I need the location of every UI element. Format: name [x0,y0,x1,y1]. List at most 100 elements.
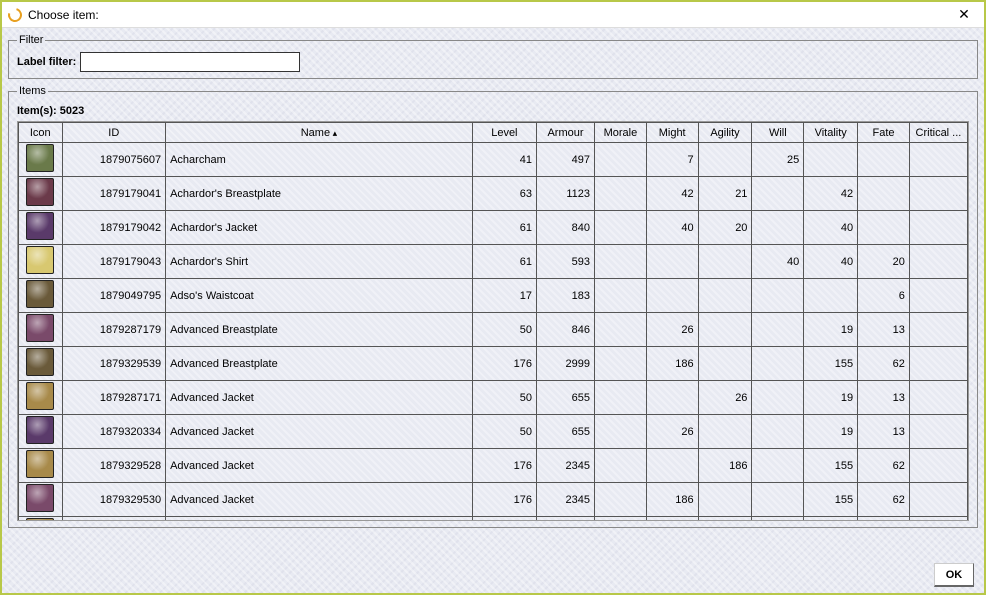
table-row[interactable]: 1879329528Advanced Jacket176234518615562 [19,449,968,483]
cell-critical [909,415,967,449]
cell-will: 40 [752,245,804,279]
cell-icon [19,415,63,449]
cell-id: 1879075607 [62,143,166,177]
cell-icon [19,211,63,245]
cell-id: 1879179041 [62,177,166,211]
cell-icon [19,245,63,279]
cell-vitality: 40 [804,211,858,245]
cell-icon [19,279,63,313]
cell-armour: 1123 [536,177,594,211]
cell-will [752,381,804,415]
cell-name: Advanced Jacket [166,483,473,517]
item-icon [26,484,54,512]
table-row[interactable]: 1879287171Advanced Jacket50655261913 [19,381,968,415]
table-row[interactable]: 1879287179Advanced Breastplate5084626191… [19,313,968,347]
cell-armour: 655 [536,381,594,415]
ok-button[interactable]: OK [934,563,974,587]
col-agility[interactable]: Agility [698,123,752,143]
cell-might: 7 [646,143,698,177]
table-row[interactable]: 1879329530Advanced Jacket176234518615562 [19,483,968,517]
items-table-wrap: Icon ID Name Level Armour Morale Might A… [17,121,969,521]
cell-critical [909,313,967,347]
cell-critical [909,483,967,517]
cell-morale [594,177,646,211]
cell-name: Achardor's Shirt [166,245,473,279]
label-filter-input[interactable] [80,52,300,72]
table-row[interactable]: 1879179042Achardor's Jacket61840402040 [19,211,968,245]
cell-vitality: 40 [804,245,858,279]
col-name[interactable]: Name [166,123,473,143]
cell-level: 61 [472,211,536,245]
cell-will [752,177,804,211]
cell-name: Advanced Breastplate [166,347,473,381]
col-critical[interactable]: Critical ... [909,123,967,143]
table-row[interactable]: 1879329539Advanced Breastplate1762999186… [19,347,968,381]
cell-id: 1879320334 [62,415,166,449]
table-row[interactable]: 1879179041Achardor's Breastplate63112342… [19,177,968,211]
cell-fate: 13 [858,415,910,449]
cell-vitality: 19 [804,313,858,347]
cell-morale [594,347,646,381]
cell-armour: 183 [536,279,594,313]
cell-might [646,381,698,415]
col-fate[interactable]: Fate [858,123,910,143]
cell-agility: 20 [698,211,752,245]
item-icon [26,382,54,410]
cell-armour: 2999 [536,347,594,381]
col-morale[interactable]: Morale [594,123,646,143]
table-row[interactable]: 1879049795Adso's Waistcoat171836 [19,279,968,313]
cell-fate: 62 [858,483,910,517]
table-row[interactable]: 1879179043Achardor's Shirt61593404020 [19,245,968,279]
cell-critical [909,211,967,245]
cell-will [752,313,804,347]
cell-agility [698,415,752,449]
item-icon [26,280,54,308]
cell-id: 1879286932 [62,517,166,521]
cell-agility: 26 [698,381,752,415]
cell-armour: 2345 [536,483,594,517]
cell-agility [698,347,752,381]
table-row[interactable]: 1879075607Acharcham41497725 [19,143,968,177]
close-icon[interactable]: ✕ [950,5,978,25]
cell-vitality: 155 [804,347,858,381]
col-will[interactable]: Will [752,123,804,143]
cell-morale [594,279,646,313]
filter-legend: Filter [17,34,45,46]
table-row[interactable]: 1879320334Advanced Jacket50655261913 [19,415,968,449]
col-level[interactable]: Level [472,123,536,143]
cell-morale [594,415,646,449]
cell-id: 1879287171 [62,381,166,415]
items-table: Icon ID Name Level Armour Morale Might A… [18,122,968,520]
cell-id: 1879049795 [62,279,166,313]
col-might[interactable]: Might [646,123,698,143]
cell-agility [698,143,752,177]
cell-id: 1879329539 [62,347,166,381]
items-scroll[interactable]: Icon ID Name Level Armour Morale Might A… [18,122,968,520]
col-icon[interactable]: Icon [19,123,63,143]
cell-vitality: 42 [804,177,858,211]
col-id[interactable]: ID [62,123,166,143]
cell-might: 40 [646,211,698,245]
cell-will: 26 [752,517,804,521]
cell-agility: 186 [698,449,752,483]
cell-icon [19,347,63,381]
col-vitality[interactable]: Vitality [804,123,858,143]
col-armour[interactable]: Armour [536,123,594,143]
table-row[interactable]: 1879286932Advanced Waistcoat50462261913 [19,517,968,521]
cell-armour: 655 [536,415,594,449]
cell-name: Achardor's Jacket [166,211,473,245]
item-icon [26,144,54,172]
app-icon [5,5,24,24]
item-icon [26,212,54,240]
cell-vitality [804,143,858,177]
cell-will [752,347,804,381]
cell-vitality: 155 [804,449,858,483]
item-icon [26,416,54,444]
cell-level: 50 [472,381,536,415]
cell-will [752,211,804,245]
cell-might: 26 [646,415,698,449]
cell-vitality: 155 [804,483,858,517]
cell-level: 17 [472,279,536,313]
titlebar: Choose item: ✕ [2,2,984,28]
cell-armour: 840 [536,211,594,245]
